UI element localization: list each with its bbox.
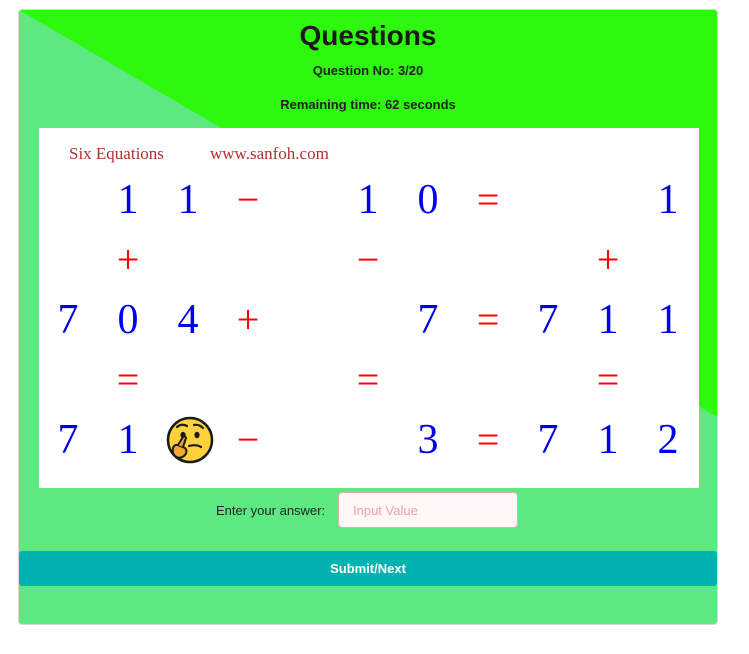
cell-r1-c2: 1 xyxy=(117,177,139,223)
cell-r4-c6: = xyxy=(356,357,380,402)
cell-r3-c4: + xyxy=(236,297,260,342)
cell-r3-c3: 4 xyxy=(177,297,199,343)
cell-r5-c4: − xyxy=(236,417,260,462)
cell-r3-c11: 1 xyxy=(657,297,679,343)
cell-r2-c6: − xyxy=(356,237,380,282)
cell-r5-c11: 2 xyxy=(657,417,679,463)
answer-label: Enter your answer: xyxy=(216,503,326,518)
cell-r1-c3: 1 xyxy=(177,177,199,223)
cell-r5-c1: 7 xyxy=(57,417,79,463)
cell-r2-c10: + xyxy=(596,237,620,282)
puzzle-panel: Six Equations www.sanfoh.com 1 1 − 1 0 =… xyxy=(39,128,699,488)
puzzle-site: www.sanfoh.com xyxy=(210,144,329,163)
remaining-time: Remaining time: 62 seconds xyxy=(280,97,456,112)
cell-r1-c7: 0 xyxy=(417,177,439,223)
question-number: Question No: 3/20 xyxy=(312,63,424,78)
answer-input[interactable] xyxy=(338,492,518,528)
cell-r3-c10: 1 xyxy=(597,297,619,343)
cell-r5-c2: 1 xyxy=(117,417,139,463)
cell-r5-c8: = xyxy=(476,417,500,462)
puzzle-brand: Six Equations xyxy=(69,144,164,163)
cell-r5-c7: 3 xyxy=(417,417,439,463)
cell-r1-c4: − xyxy=(236,177,260,222)
submit-next-button[interactable]: Submit/Next xyxy=(19,551,717,586)
cell-r4-c10: = xyxy=(596,357,620,402)
cell-r1-c8: = xyxy=(476,177,500,222)
unknown-cell xyxy=(160,410,220,470)
cell-r3-c8: = xyxy=(476,297,500,342)
cell-r2-c2: + xyxy=(116,237,140,282)
cell-r5-c10: 1 xyxy=(597,417,619,463)
cell-r1-c11: 1 xyxy=(657,177,679,223)
cell-r3-c2: 0 xyxy=(117,297,139,343)
cell-r3-c9: 7 xyxy=(537,297,559,343)
cell-r4-c2: = xyxy=(116,357,140,402)
cell-r1-c6: 1 xyxy=(357,177,379,223)
thinking-face-icon xyxy=(166,416,214,464)
cell-r3-c7: 7 xyxy=(417,297,439,343)
cell-r5-c9: 7 xyxy=(537,417,559,463)
page-title: Questions xyxy=(299,20,437,51)
question-card: Questions Question No: 3/20 Remaining ti… xyxy=(18,9,718,625)
cell-r3-c1: 7 xyxy=(57,297,79,343)
